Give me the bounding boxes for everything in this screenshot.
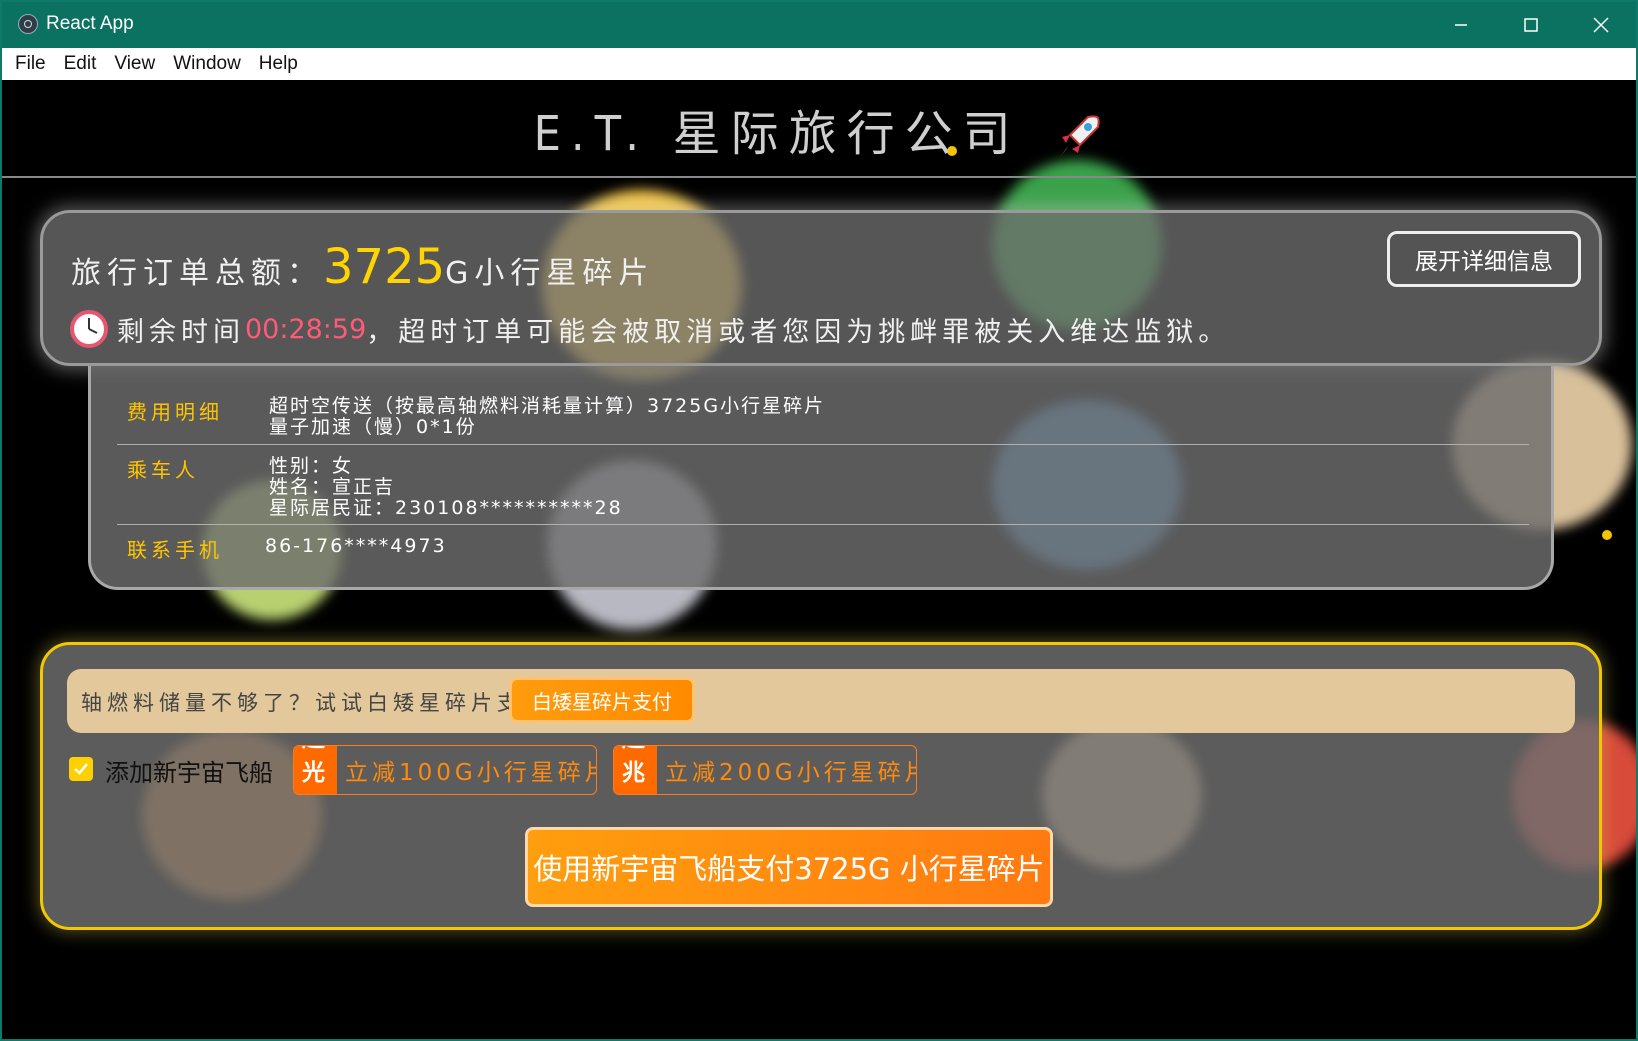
phone-label: 联系手机 [127,538,223,562]
maximize-icon [1524,18,1538,32]
order-total-amount: 3725 [323,239,446,295]
fuel-hint-text: 轴燃料储量不够了？试试白矮星碎片支付！ [81,691,575,715]
rocket-icon [1060,115,1101,157]
coupon-chaoguangnian[interactable]: 超光年 立减100G小行星碎片 [293,745,597,795]
expand-details-button[interactable]: 展开详细信息 [1387,231,1581,287]
menu-file[interactable]: File [6,48,55,80]
passenger-name: 姓名：宣正吉 [269,476,396,498]
window-title: React App [46,13,134,34]
app-window: React App File Edit View Window Help E.T… [0,0,1638,1041]
passenger-gender: 性别：女 [269,455,354,477]
app-content: E.T. 星际旅行公司 旅行订单总额：3725G小行星碎片 剩余时间 00:28… [2,80,1636,1039]
coupon-text: 立减100G小行星碎片 [345,760,597,786]
header-divider [2,176,1636,178]
maximize-button[interactable] [1496,2,1566,48]
remaining-prefix: 剩余时间 [117,316,245,348]
close-icon [1593,17,1609,33]
payment-card: 轴燃料储量不够了？试试白矮星碎片支付！ 白矮星碎片支付 添加新宇宙飞船 超光年 … [40,642,1602,930]
menu-window[interactable]: Window [164,48,250,80]
fee-line: 超时空传送（按最高轴燃料消耗量计算）3725G小行星碎片 [269,395,826,417]
order-summary-card: 旅行订单总额：3725G小行星碎片 剩余时间 00:28:59 ，超时订单可能会被取… [40,210,1602,366]
coupon-chaozhaoguang[interactable]: 超兆光 立减200G小行星碎片 [613,745,917,795]
page-title: E.T. 星际旅行公司 [2,94,1636,164]
minimize-icon [1455,24,1467,26]
countdown-timer: 00:28:59 [245,313,367,345]
passenger-label: 乘车人 [127,458,199,482]
menu-edit[interactable]: Edit [55,48,106,80]
fuel-hint-bar: 轴燃料储量不够了？试试白矮星碎片支付！ 白矮星碎片支付 [67,669,1575,733]
electron-app-icon [18,14,38,34]
passenger-detail-row: 乘车人 性别：女 姓名：宣正吉 星际居民证：230108**********28 [117,454,1529,525]
coupon-text: 立减200G小行星碎片 [665,760,917,786]
fee-line: 量子加速（慢）0*1份 [269,416,477,438]
order-remaining-time: 剩余时间 00:28:59 ，超时订单可能会被取消或者您因为挑衅罪被关入维达监狱。 [69,309,1230,349]
passenger-id: 星际居民证：230108**********28 [269,497,623,519]
page-title-text: E.T. 星际旅行公司 [533,106,1021,162]
coupon-tag: 超兆光 [614,746,657,794]
menu-help[interactable]: Help [250,48,307,80]
order-total-unit: G小行星碎片 [445,256,655,291]
add-ship-label[interactable]: 添加新宇宙飞船 [105,753,273,788]
checkmark-icon [74,763,88,775]
pay-with-new-ship-button[interactable]: 使用新宇宙飞船支付3725G 小行星碎片 [525,827,1053,907]
close-button[interactable] [1566,2,1636,48]
fee-detail-row: 费用明细 超时空传送（按最高轴燃料消耗量计算）3725G小行星碎片 量子加速（慢… [117,394,1529,445]
fee-lines: 超时空传送（按最高轴燃料消耗量计算）3725G小行星碎片 量子加速（慢）0*1份 [269,396,825,438]
title-bar: React App [2,2,1636,48]
coupon-tag: 超光年 [294,746,337,794]
star-dot [1602,530,1612,540]
phone-detail-row: 联系手机 86-176****4973 [117,532,1529,572]
remaining-suffix: ，超时订单可能会被取消或者您因为挑衅罪被关入维达监狱。 [366,316,1231,348]
menu-view[interactable]: View [105,48,164,80]
passenger-lines: 性别：女 姓名：宣正吉 星际居民证：230108**********28 [269,456,623,519]
clock-icon [70,310,108,348]
order-total-label: 旅行订单总额： [71,256,323,291]
white-dwarf-pay-button[interactable]: 白矮星碎片支付 [509,677,695,723]
order-total: 旅行订单总额：3725G小行星碎片 [71,239,654,295]
order-details-card: 费用明细 超时空传送（按最高轴燃料消耗量计算）3725G小行星碎片 量子加速（慢… [88,366,1554,590]
minimize-button[interactable] [1426,2,1496,48]
menu-bar: File Edit View Window Help [2,48,1636,80]
fee-label: 费用明细 [127,400,223,424]
add-ship-checkbox[interactable] [69,757,93,781]
phone-value: 86-176****4973 [265,535,447,557]
